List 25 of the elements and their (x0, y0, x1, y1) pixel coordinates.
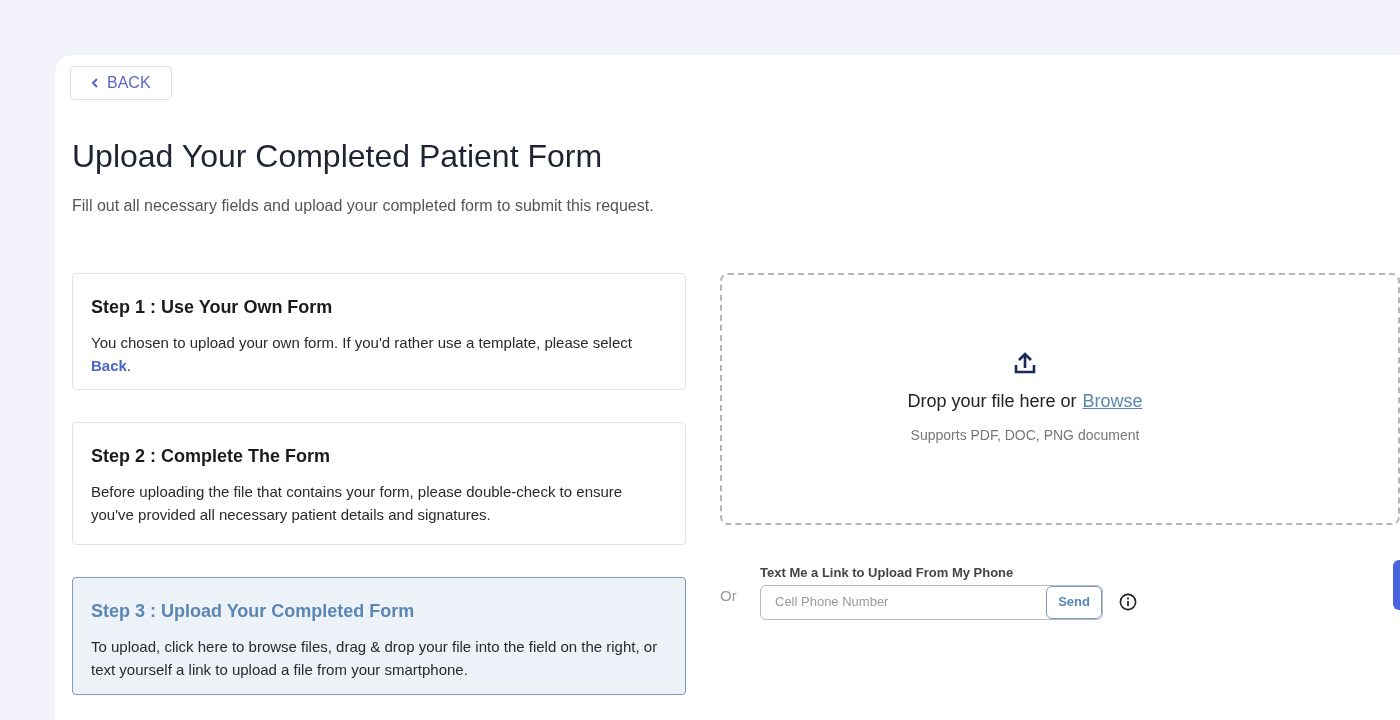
step-card[interactable]: Step 1 : Use Your Own Form You chosen to upload your own form. If you'd rather use a template, please select Back. (72, 273, 686, 390)
dropzone-prompt: Drop your file here or (907, 390, 1077, 413)
step-title: Step 3 : Upload Your Completed Form (91, 600, 416, 623)
info-icon[interactable] (1119, 593, 1137, 611)
step-title: Step 2 : Complete The Form (91, 445, 332, 468)
back-button[interactable]: BACK (70, 66, 172, 100)
chevron-left-icon (91, 77, 99, 89)
step-description: Before uploading the file that contains your form, please double-check to ensure you've provided all necessary patient details and signatures. (91, 482, 624, 525)
browse-link[interactable]: Browse (1082, 388, 1143, 415)
step-card[interactable]: Step 3 : Upload Your Completed Form To upload, click here to browse files, drag & drop your file into the field on the right, or text yourself a link to upload a file from your smartphone. (72, 577, 686, 695)
step-title: Step 1 : Use Your Own Form (91, 296, 334, 319)
or-label: Or (720, 586, 738, 606)
step-card[interactable]: Step 2 : Complete The Form Before uploading the file that contains your form, please double-check to ensure you've provided all necessary patient details and signatures. (72, 422, 686, 545)
sms-label: Text Me a Link to Upload From My Phone (760, 564, 1015, 582)
upload-icon (1013, 352, 1037, 374)
page-subtitle: Fill out all necessary fields and upload your completed form to submit this request. (72, 196, 655, 216)
file-dropzone[interactable]: Drop your file here or Browse Supports PDF, DOC, PNG document (720, 273, 1400, 525)
back-link[interactable]: Back (91, 357, 127, 374)
phone-field[interactable]: Cell Phone Number Send (760, 584, 1103, 620)
send-button[interactable]: Send (1046, 585, 1102, 619)
step-description: You chosen to upload your own form. If you'd rather use a template, please select Back. (91, 333, 633, 376)
side-tab[interactable] (1393, 560, 1400, 610)
step-description: To upload, click here to browse files, drag & drop your file into the field on the right, or text yourself a link to upload a file from your smartphone. (91, 637, 659, 680)
page-title: Upload Your Completed Patient Form (72, 137, 604, 176)
dropzone-hint: Supports PDF, DOC, PNG document (910, 426, 1140, 445)
